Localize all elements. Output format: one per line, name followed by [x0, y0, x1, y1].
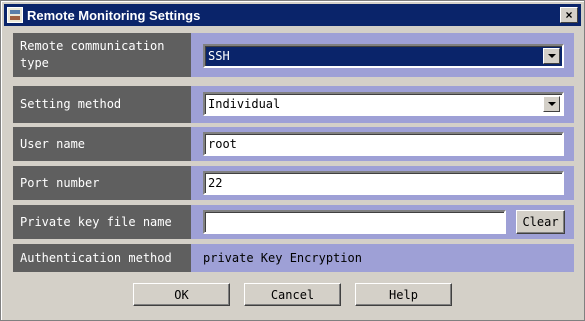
remote-communication-type-select[interactable]: SSH — [203, 44, 564, 68]
close-button[interactable]: × — [560, 7, 578, 23]
title-bar[interactable]: Remote Monitoring Settings × — [4, 4, 581, 26]
setting-method-label: Setting method — [13, 86, 191, 123]
user-name-input[interactable]: root — [203, 132, 564, 156]
chevron-down-icon — [547, 102, 556, 106]
clear-button[interactable]: Clear — [516, 210, 565, 234]
user-name-row: User name root — [13, 127, 574, 161]
authentication-method-value: private Key Encryption — [203, 251, 362, 265]
setting-method-value: Individual — [208, 97, 281, 111]
authentication-method-label: Authentication method — [13, 244, 191, 272]
chevron-down-icon — [547, 54, 556, 58]
remote-communication-type-row: Remote communication type SSH — [13, 33, 574, 77]
user-name-label: User name — [13, 127, 191, 161]
port-number-label: Port number — [13, 166, 191, 200]
user-name-value: root — [208, 137, 237, 151]
port-number-value: 22 — [208, 176, 223, 190]
cancel-button[interactable]: Cancel — [244, 283, 341, 306]
port-number-input[interactable]: 22 — [203, 171, 564, 195]
port-number-row: Port number 22 — [13, 166, 574, 200]
settings-panel: Remote communication type SSH Setting me… — [13, 33, 574, 273]
app-icon — [7, 7, 23, 23]
ok-button[interactable]: OK — [133, 283, 230, 306]
authentication-method-row: Authentication method private Key Encryp… — [13, 244, 574, 272]
setting-method-dropdown-button[interactable] — [543, 96, 560, 112]
setting-method-row: Setting method Individual — [13, 86, 574, 123]
private-key-label: Private key file name — [13, 205, 191, 239]
private-key-row: Private key file name Clear — [13, 205, 574, 239]
private-key-file-input[interactable] — [203, 210, 506, 234]
remote-communication-type-value: SSH — [208, 49, 230, 63]
remote-communication-type-label: Remote communication type — [13, 33, 191, 77]
remote-monitoring-settings-dialog: Remote Monitoring Settings × Remote comm… — [0, 0, 585, 321]
help-button[interactable]: Help — [355, 283, 452, 306]
setting-method-select[interactable]: Individual — [203, 92, 564, 116]
remote-communication-type-dropdown-button[interactable] — [543, 48, 560, 64]
dialog-title: Remote Monitoring Settings — [27, 7, 201, 23]
